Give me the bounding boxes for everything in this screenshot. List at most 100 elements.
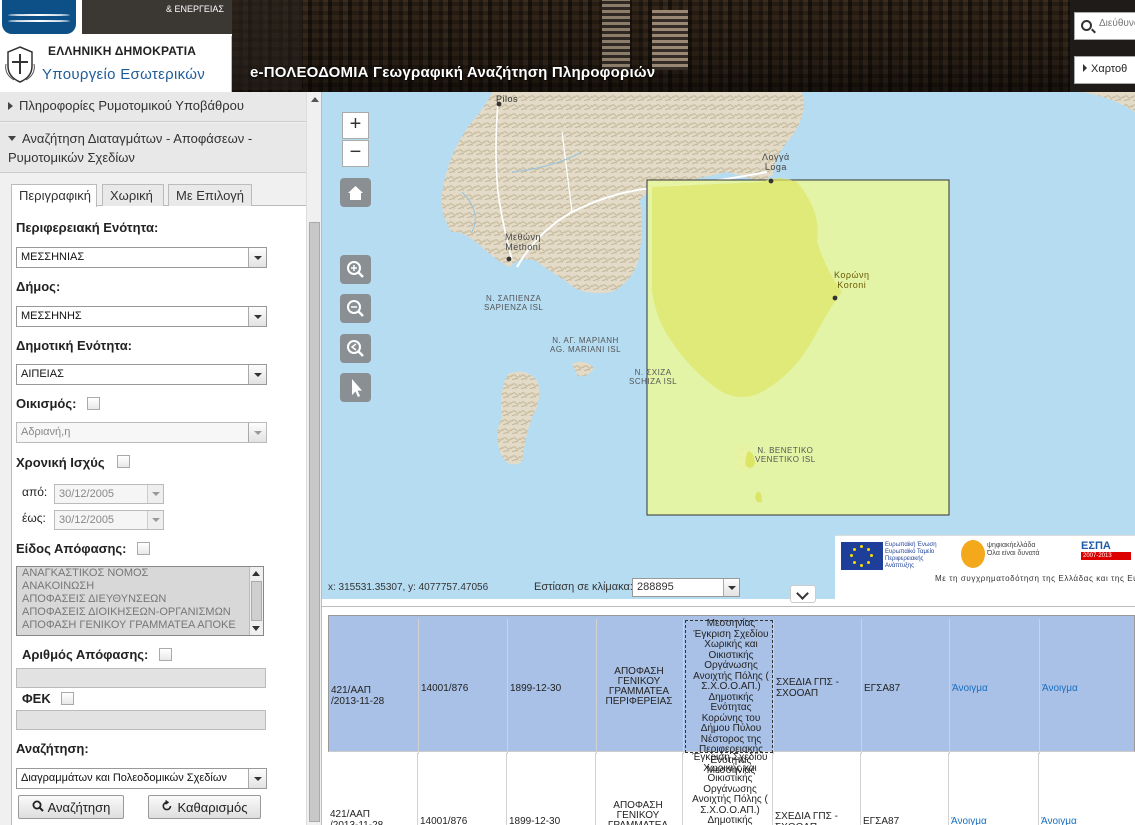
open-link[interactable]: Άνοιγμα	[951, 816, 987, 825]
dropdown-arrow-icon	[248, 365, 266, 384]
cofunding-text: Με τη συγχρηματοδότηση της Ελλάδας και τ…	[935, 574, 1135, 583]
to-label: έως:	[22, 511, 46, 525]
dropdown-arrow-icon	[147, 511, 163, 529]
clear-button[interactable]: Καθαρισμός	[148, 795, 261, 819]
regional-unit-label: Περιφερειακή Ενότητα:	[16, 220, 159, 235]
map-label-sapienza: Ν. ΣΑΠΙΕΝΖΑ SAPIENZA ISL	[484, 294, 544, 312]
digital-greece-logo-icon	[961, 540, 985, 568]
dropdown-arrow-icon	[248, 248, 266, 267]
panel-scrollbar[interactable]	[306, 92, 321, 825]
cell-date: 1899-12-30	[510, 683, 562, 694]
listbox-scrollbar[interactable]	[249, 567, 263, 635]
fek-input[interactable]	[16, 710, 266, 730]
app-header: & ΕΝΕΡΓΕΙΑΣ ΕΛΛΗΝΙΚΗ ΔΗΜΟΚΡΑΤΙΑ Υπουργεί…	[0, 0, 1135, 92]
zoom-out-tool-button[interactable]	[340, 294, 371, 323]
map-label-methoni: Μεθώνη Methoni	[505, 232, 542, 252]
town-marker	[768, 178, 774, 184]
eu-text: Ευρωπαϊκή Ένωση Ευρωπαϊκό Ταμείο Περιφερ…	[885, 542, 937, 569]
cell-datum: ΕΓΣΑ87	[864, 683, 901, 694]
home-button[interactable]	[340, 178, 371, 207]
pan-pointer-button[interactable]	[340, 373, 371, 402]
address-search[interactable]	[1074, 12, 1135, 40]
municipality-select[interactable]: ΜΕΣΣΗΝΗΣ	[16, 306, 267, 327]
search-type-select[interactable]: Διαγραμμάτων και Πολεοδομικών Σχεδίων	[16, 768, 267, 789]
cell-decision: 421/ΑΑΠ /2013-11-28	[331, 685, 385, 707]
accordion-decrees-search[interactable]: Αναζήτηση Διαταγμάτων - Αποφάσεων - Ρυμο…	[0, 123, 306, 173]
decision-number-input[interactable]	[16, 668, 266, 688]
search-button[interactable]: Αναζήτηση	[18, 795, 124, 819]
regional-unit-select[interactable]: ΜΕΣΣΗΝΙΑΣ	[16, 247, 267, 268]
dropdown-arrow-icon	[248, 307, 266, 326]
from-label: από:	[22, 485, 48, 499]
scroll-up-icon	[311, 97, 319, 102]
address-search-input[interactable]	[1099, 18, 1135, 29]
banner-subtitle: & ΕΝΕΡΓΕΙΑΣ	[165, 4, 224, 14]
results-table: 421/ΑΑΠ /2013-11-28 14001/876 1899-12-30…	[322, 606, 1135, 825]
validity-checkbox[interactable]	[117, 455, 130, 468]
caret-right-icon	[1083, 64, 1087, 72]
decision-number-checkbox[interactable]	[159, 648, 172, 661]
zoom-in-icon	[347, 261, 364, 278]
scale-label: Εστίαση σε κλίμακα:	[534, 581, 633, 593]
scale-select[interactable]: 288895	[632, 578, 740, 597]
from-date-select[interactable]: 30/12/2005	[54, 484, 164, 504]
ministry-banner: & ΕΝΕΡΓΕΙΑΣ	[0, 0, 232, 36]
map-label-venetiko: Ν. ΒΕΝΕΤΙΚΟ VENETIKO ISL	[755, 446, 816, 464]
map-label-koroni: Κορώνη Koroni	[834, 270, 870, 290]
zoom-out-icon	[347, 300, 364, 317]
decision-number-label: Αριθμός Απόφασης:	[22, 647, 149, 662]
list-item[interactable]: ΑΠΟΦΑΣΗ ΓΕΝΙΚΟΥ ΓΡΑΜΜΑΤΕΑ ΑΠΟΚΕ	[17, 619, 263, 632]
funding-logos: Ευρωπαϊκή Ένωση Ευρωπαϊκό Ταμείο Περιφερ…	[835, 535, 1135, 599]
tab-spatial[interactable]: Χωρική	[102, 184, 164, 206]
table-row[interactable]: 421/ΑΑΠ /2013-11-28 14001/876 1899-12-30…	[328, 615, 1135, 776]
map-view[interactable]: Pilos Λογγά Loga Μεθώνη Methoni Κορώνη K…	[322, 92, 1135, 599]
open-link[interactable]: Άνοιγμα	[1042, 683, 1078, 694]
settlement-checkbox[interactable]	[87, 397, 100, 410]
cell-type: ΑΠΟΦΑΣΗ ΓΕΝΙΚΟΥ ΓΡΑΜΜΑΤΕΑ ΠΕΡΙΦΕΡΕΙΑΣ	[605, 666, 673, 707]
validity-label: Χρονική Ισχύς	[16, 455, 105, 470]
zoom-in-button[interactable]: +	[342, 112, 369, 139]
ministry-logo-icon	[2, 0, 76, 34]
cell-protocol: 14001/876	[420, 816, 468, 825]
zoom-out-button[interactable]: −	[342, 140, 369, 167]
cell-plan-category: ΣΧΕΔΙΑ ΓΠΣ - ΣΧΟΟΑΠ	[776, 677, 839, 699]
decision-type-label: Είδος Απόφασης:	[16, 541, 127, 556]
tab-selection[interactable]: Με Επιλογή	[168, 184, 252, 206]
accordion-base-info[interactable]: Πληροφορίες Ρυμοτομικού Υποβάθρου	[0, 92, 306, 122]
list-item[interactable]: ΑΠΟΦΑΣΕΙΣ ΔΙΕΥΘΥΝΣΕΩΝ	[17, 593, 263, 606]
open-link[interactable]: Άνοιγμα	[1041, 816, 1077, 825]
previous-extent-button[interactable]	[340, 334, 371, 363]
eu-flag-icon	[841, 542, 883, 570]
fek-label: ΦΕΚ	[22, 691, 51, 706]
open-link[interactable]: Άνοιγμα	[952, 683, 988, 694]
zoom-in-tool-button[interactable]	[340, 255, 371, 284]
town-marker	[506, 256, 512, 262]
cell-type: ΑΠΟΦΑΣΗ ΓΕΝΙΚΟΥ ΓΡΑΜΜΑΤΕΑ	[608, 800, 668, 825]
search-type-label: Αναζήτηση:	[16, 741, 89, 756]
maps-button[interactable]: Χαρτοθ	[1074, 56, 1135, 84]
caret-right-icon	[8, 102, 13, 110]
collapse-results-button[interactable]	[790, 585, 816, 603]
decision-type-listbox[interactable]: ΑΝΑΓΚΑΣΤΙΚΟΣ ΝΟΜΟΣ ΑΝΑΚΟΙΝΩΣΗ ΑΠΟΦΑΣΕΙΣ …	[16, 566, 264, 636]
dropdown-arrow-icon	[248, 423, 266, 442]
cell-description: Έγκριση Σχεδίου Χωρικής και Οικιστικής Ο…	[692, 752, 768, 825]
to-date-select[interactable]: 30/12/2005	[54, 510, 164, 530]
list-item[interactable]: ΑΝΑΚΟΙΝΩΣΗ	[17, 580, 263, 593]
search-panel: Πληροφορίες Ρυμοτομικού Υποβάθρου Αναζήτ…	[0, 92, 322, 825]
cell-decision: 421/ΑΑΠ /2013-11-28	[330, 809, 383, 825]
map-label-pilos: Pilos	[496, 94, 519, 104]
list-item[interactable]: ΑΝΑΓΚΑΣΤΙΚΟΣ ΝΟΜΟΣ	[17, 567, 263, 580]
fek-checkbox[interactable]	[61, 692, 74, 705]
table-row[interactable]: 421/ΑΑΠ /2013-11-28 14001/876 1899-12-30…	[328, 752, 1135, 825]
municipal-unit-select[interactable]: ΑΙΠΕΙΑΣ	[16, 364, 267, 385]
tab-descriptive[interactable]: Περιγραφική	[11, 184, 97, 207]
ministry-label: Υπουργείο Εσωτερικών	[42, 66, 206, 83]
cell-datum: ΕΓΣΑ87	[863, 816, 900, 825]
map-label-loga: Λογγά Loga	[762, 152, 790, 172]
dropdown-arrow-icon	[723, 579, 739, 596]
settlement-select[interactable]: Αδριανή,η	[16, 422, 267, 443]
decision-type-checkbox[interactable]	[137, 542, 150, 555]
search-icon	[32, 800, 44, 812]
list-item[interactable]: ΑΠΟΦΑΣΕΙΣ ΔΙΟΙΚΗΣΕΩΝ-ΟΡΓΑΝΙΣΜΩΝ	[17, 606, 263, 619]
zoom-previous-icon	[347, 340, 364, 357]
